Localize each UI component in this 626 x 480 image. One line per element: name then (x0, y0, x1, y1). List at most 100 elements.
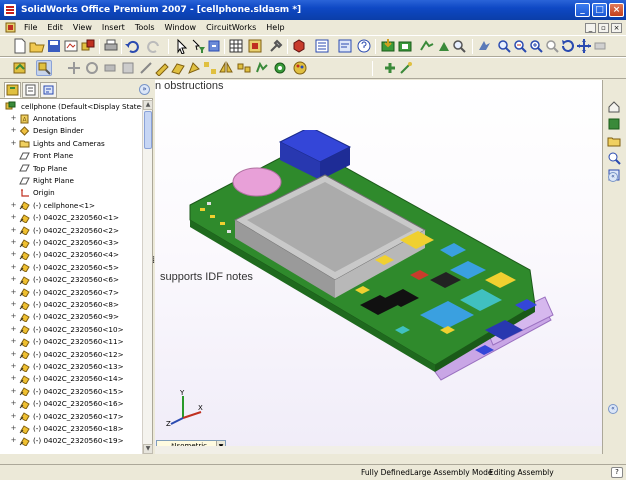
tree-item-front-plane[interactable]: Front Plane (0, 150, 142, 162)
help-button[interactable]: ? (611, 467, 623, 478)
sensor-icon[interactable] (272, 60, 288, 76)
tree-item-component[interactable]: + (-) 0402C_2320560<16> (0, 398, 142, 410)
expand-icon[interactable]: + (10, 226, 17, 234)
property-manager-tab-icon[interactable] (22, 82, 39, 98)
tree-item-lights-and-cameras[interactable]: + Lights and Cameras (0, 137, 142, 149)
tree-item-origin[interactable]: Origin (0, 187, 142, 199)
expand-icon[interactable]: + (10, 425, 17, 432)
appearance-icon[interactable] (292, 60, 308, 76)
tree-item-component[interactable]: + (-) 0402C_2320560<13> (0, 360, 142, 372)
tree-item-component[interactable]: + (-) 0402C_2320560<17> (0, 410, 142, 422)
insert-component-icon[interactable] (12, 60, 28, 76)
expand-icon[interactable]: + (10, 288, 17, 296)
expand-icon[interactable]: + (10, 276, 17, 283)
help-icon[interactable] (356, 38, 372, 54)
chevron-left-icon[interactable]: « (608, 172, 618, 182)
expand-icon[interactable]: + (10, 214, 17, 221)
expand-icon[interactable]: + (10, 115, 17, 122)
reference-geometry-icon[interactable] (170, 60, 186, 76)
minimize-button[interactable]: _ (575, 3, 590, 17)
expand-icon[interactable]: + (10, 239, 17, 246)
expand-icon[interactable]: + (10, 251, 17, 258)
previous-view-icon[interactable] (476, 38, 492, 54)
graphics-area[interactable]: n obstructions supports IDF notes Y X Z (155, 80, 602, 454)
zoom-in-out-icon[interactable] (528, 38, 544, 54)
menu-tools[interactable]: Tools (130, 23, 160, 32)
chevron-left-icon[interactable]: « (608, 404, 618, 414)
select-filter-icon[interactable] (190, 38, 206, 54)
select-pointer-icon[interactable] (174, 38, 190, 54)
menu-file[interactable]: File (19, 23, 42, 32)
design-library-icon[interactable] (607, 117, 621, 131)
file-explorer-icon[interactable] (607, 134, 621, 148)
new-document-icon[interactable] (12, 38, 28, 54)
physical-simulation-icon[interactable] (254, 60, 270, 76)
tree-item-component[interactable]: + (-) 0402C_2320560<9> (0, 311, 142, 323)
doc-close-button[interactable]: × (611, 22, 622, 33)
circuitworks-export-icon[interactable] (397, 38, 413, 54)
expand-icon[interactable]: + (10, 325, 17, 333)
tree-item-component[interactable]: + (-) 0402C_2320560<3> (0, 236, 142, 248)
options-icon[interactable] (247, 38, 263, 54)
menu-view[interactable]: View (68, 23, 97, 32)
tree-item-component[interactable]: + (-) 0402C_2320560<12> (0, 348, 142, 360)
circuitworks-options-icon[interactable] (382, 60, 398, 76)
insert-component-icon[interactable] (291, 38, 307, 54)
zoom-to-area-icon[interactable] (512, 38, 528, 54)
tree-item-component[interactable]: + (-) 0402C_2320560<11> (0, 336, 142, 348)
expand-icon[interactable]: + (10, 350, 17, 358)
mate-icon[interactable] (36, 60, 52, 76)
tree-item-component[interactable]: + (-) 0402C_2320560<8> (0, 298, 142, 310)
pan-icon[interactable] (576, 38, 592, 54)
tree-item-component[interactable]: + (-) 0402C_2320560<18> (0, 422, 142, 434)
tree-root-assembly[interactable]: cellphone (Default<Display State-1 (0, 100, 142, 112)
tree-item-component[interactable]: + (-) 0402C_2320560<7> (0, 286, 142, 298)
rotate-component-icon[interactable] (84, 60, 100, 76)
tree-item-component[interactable]: + (-) cellphone<1> (0, 199, 142, 211)
tree-vertical-scrollbar[interactable]: ▲ ▼ (142, 100, 153, 454)
explode-icon[interactable] (120, 60, 136, 76)
expand-icon[interactable]: + (10, 127, 17, 134)
zoom-to-fit-icon[interactable] (496, 38, 512, 54)
zoom-selection-icon[interactable] (544, 38, 560, 54)
expand-icon[interactable]: + (10, 363, 17, 370)
cellphone-pcb-model[interactable] (185, 130, 565, 390)
tree-item-component[interactable]: + (-) 0402C_2320560<6> (0, 274, 142, 286)
menu-insert[interactable]: Insert (97, 23, 130, 32)
expand-icon[interactable]: + (10, 263, 17, 271)
circuitworks-wizard-icon[interactable] (398, 60, 414, 76)
expand-icon[interactable]: + (10, 375, 17, 382)
configuration-manager-tab-icon[interactable] (40, 82, 57, 98)
move-component-icon[interactable] (66, 60, 82, 76)
circuitworks-import-icon[interactable] (380, 38, 396, 54)
interference-icon[interactable] (138, 60, 154, 76)
expand-icon[interactable]: + (10, 412, 17, 420)
doc-minimize-button[interactable]: _ (585, 22, 596, 33)
menu-window[interactable]: Window (160, 23, 202, 32)
menu-help[interactable]: Help (261, 23, 289, 32)
assembly-feature-icon[interactable] (186, 60, 202, 76)
properties-icon[interactable] (337, 38, 353, 54)
menu-edit[interactable]: Edit (42, 23, 68, 32)
doc-restore-button[interactable]: ▫ (598, 22, 609, 33)
tree-item-component[interactable]: + (-) 0402C_2320560<4> (0, 249, 142, 261)
tree-item-component[interactable]: + (-) 0402C_2320560<10> (0, 323, 142, 335)
rebuild-icon[interactable] (206, 38, 222, 54)
close-button[interactable]: × (609, 3, 624, 17)
mirror-component-icon[interactable] (218, 60, 234, 76)
grid-icon[interactable] (228, 38, 244, 54)
menu-circuitworks[interactable]: CircuitWorks (201, 23, 261, 32)
scroll-up-arrow[interactable]: ▲ (143, 100, 153, 110)
print-icon[interactable] (103, 38, 119, 54)
assembly-document-icon[interactable] (5, 22, 16, 33)
toolbar-menu-icon[interactable] (314, 38, 330, 54)
tree-item-component[interactable]: + (-) 0402C_2320560<1> (0, 212, 142, 224)
tree-item-component[interactable]: + (-) 0402C_2320560<19> (0, 435, 142, 447)
expand-icon[interactable]: + (10, 313, 17, 320)
tree-item-right-plane[interactable]: Right Plane (0, 174, 142, 186)
component-pattern-icon[interactable] (202, 60, 218, 76)
customize-icon[interactable] (268, 38, 284, 54)
tree-item-component[interactable]: + (-) 0402C_2320560<15> (0, 385, 142, 397)
tree-item-component[interactable]: + (-) 0402C_2320560<5> (0, 261, 142, 273)
open-folder-icon[interactable] (29, 38, 45, 54)
